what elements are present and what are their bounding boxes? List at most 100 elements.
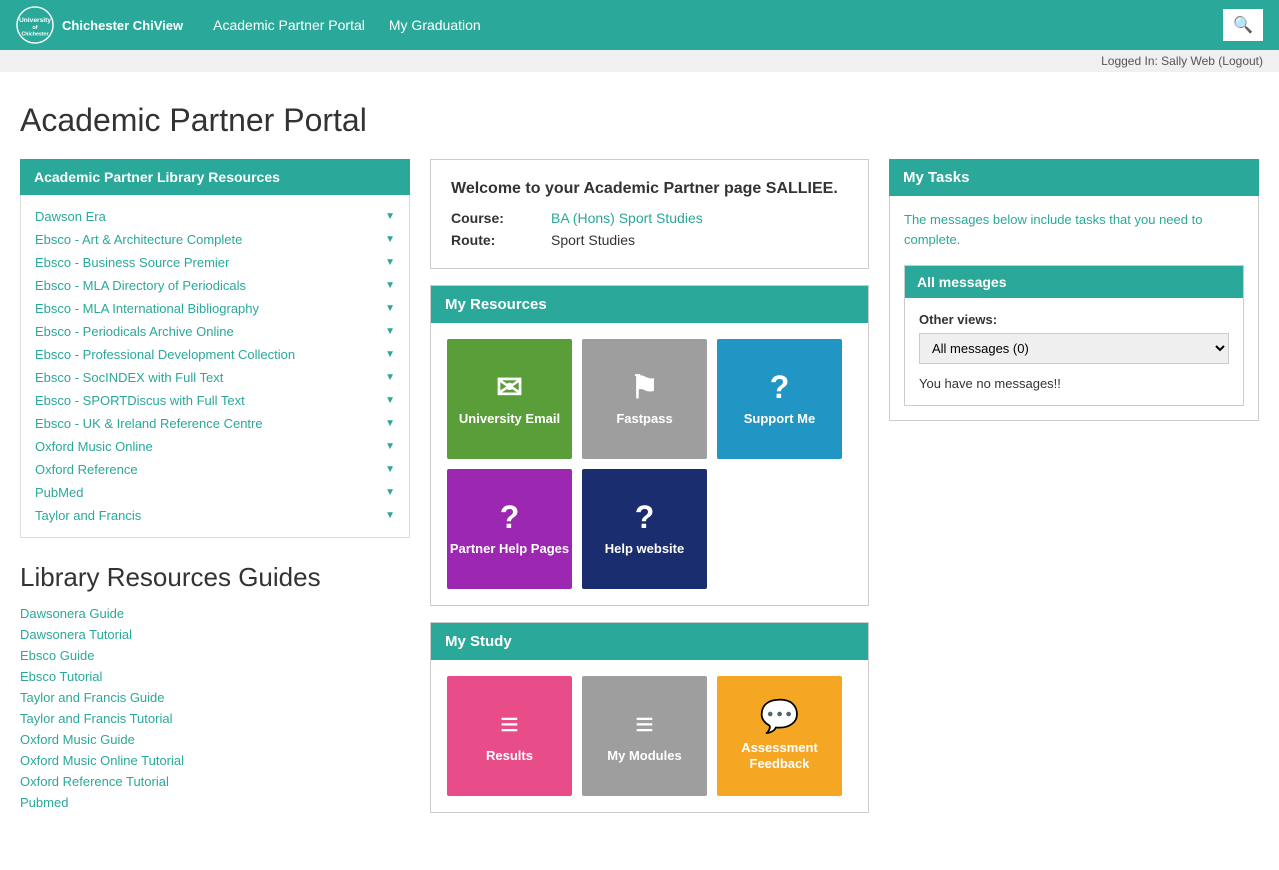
guide-link[interactable]: Ebsco Guide <box>20 645 410 666</box>
resource-item[interactable]: Oxford Reference▼ <box>21 458 409 481</box>
resource-tile[interactable]: ✉ University Email <box>447 339 572 459</box>
tile-icon: 💬 <box>760 700 800 732</box>
tile-label: University Email <box>459 411 560 427</box>
messages-select[interactable]: All messages (0) <box>919 333 1229 364</box>
resource-label: Ebsco - UK & Ireland Reference Centre <box>35 416 263 431</box>
course-value: BA (Hons) Sport Studies <box>551 210 848 226</box>
svg-text:Chichester: Chichester <box>22 31 49 37</box>
resource-item[interactable]: Ebsco - Professional Development Collect… <box>21 343 409 366</box>
route-label: Route: <box>451 232 551 248</box>
logo-icon: University of Chichester <box>16 6 54 44</box>
expand-arrow-icon: ▼ <box>385 234 395 245</box>
header: University of Chichester Chichester ChiV… <box>0 0 1279 50</box>
center-panel: Welcome to your Academic Partner page SA… <box>430 159 869 829</box>
logged-in-text: Logged In: Sally Web (Logout) <box>1101 54 1263 68</box>
resource-label: Ebsco - MLA Directory of Periodicals <box>35 278 246 293</box>
tile-label: My Modules <box>607 748 681 764</box>
expand-arrow-icon: ▼ <box>385 372 395 383</box>
right-panel: My Tasks The messages below include task… <box>889 159 1259 421</box>
resource-item[interactable]: Oxford Music Online ▼ <box>21 435 409 458</box>
resource-tile[interactable]: ? Help website <box>582 469 707 589</box>
resource-item[interactable]: PubMed▼ <box>21 481 409 504</box>
svg-text:University: University <box>19 17 51 24</box>
tile-icon: ✉ <box>496 371 523 403</box>
route-value: Sport Studies <box>551 232 848 248</box>
tile-label: Partner Help Pages <box>450 541 569 557</box>
my-resources-title: My Resources <box>431 286 868 323</box>
resource-item[interactable]: Ebsco - SocINDEX with Full Text▼ <box>21 366 409 389</box>
logo-text: Chichester ChiView <box>62 18 183 33</box>
all-messages-box: All messages Other views: All messages (… <box>904 265 1244 406</box>
resource-label: Ebsco - Art & Architecture Complete <box>35 232 242 247</box>
guide-link[interactable]: Taylor and Francis Tutorial <box>20 708 410 729</box>
resource-item[interactable]: Ebsco - Business Source Premier ▼ <box>21 251 409 274</box>
tile-label: Fastpass <box>616 411 672 427</box>
resource-item[interactable]: Ebsco - Periodicals Archive Online ▼ <box>21 320 409 343</box>
expand-arrow-icon: ▼ <box>385 303 395 314</box>
tile-label: Help website <box>605 541 684 557</box>
resource-label: Ebsco - Professional Development Collect… <box>35 347 295 362</box>
tile-icon: ? <box>770 371 790 403</box>
guide-link[interactable]: Dawsonera Guide <box>20 603 410 624</box>
tile-icon: ≡ <box>500 708 519 740</box>
main-layout: Academic Partner Library Resources Dawso… <box>0 159 1279 849</box>
search-button[interactable]: 🔍 <box>1223 9 1263 41</box>
resource-label: Taylor and Francis <box>35 508 141 523</box>
tile-icon: ≡ <box>635 708 654 740</box>
resource-label: Oxford Music Online <box>35 439 153 454</box>
resource-item[interactable]: Ebsco - MLA International Bibliography▼ <box>21 297 409 320</box>
expand-arrow-icon: ▼ <box>385 326 395 337</box>
guide-link[interactable]: Taylor and Francis Guide <box>20 687 410 708</box>
guide-link[interactable]: Pubmed <box>20 792 410 813</box>
guide-link[interactable]: Ebsco Tutorial <box>20 666 410 687</box>
tile-icon: ? <box>500 501 520 533</box>
guide-link[interactable]: Oxford Music Guide <box>20 729 410 750</box>
study-tile[interactable]: ≡ Results <box>447 676 572 796</box>
other-views-label: Other views: <box>919 312 1229 327</box>
resource-item[interactable]: Dawson Era▼ <box>21 205 409 228</box>
expand-arrow-icon: ▼ <box>385 211 395 222</box>
resource-item[interactable]: Taylor and Francis ▼ <box>21 504 409 527</box>
tile-label: Results <box>486 748 533 764</box>
tile-icon: ? <box>635 501 655 533</box>
logo: University of Chichester Chichester ChiV… <box>16 6 183 44</box>
nav-academic-partner-portal[interactable]: Academic Partner Portal <box>213 17 365 33</box>
resource-label: Oxford Reference <box>35 462 138 477</box>
page-title: Academic Partner Portal <box>0 72 1279 159</box>
guides-list: Dawsonera GuideDawsonera TutorialEbsco G… <box>20 603 410 813</box>
resource-label: Ebsco - Periodicals Archive Online <box>35 324 234 339</box>
my-study-section: My Study ≡Results≡My Modules💬Assessment … <box>430 622 869 813</box>
guide-link[interactable]: Oxford Music Online Tutorial <box>20 750 410 771</box>
resource-tile[interactable]: ⚑Fastpass <box>582 339 707 459</box>
svg-text:of: of <box>32 25 37 31</box>
study-tile[interactable]: 💬Assessment Feedback <box>717 676 842 796</box>
welcome-box: Welcome to your Academic Partner page SA… <box>430 159 869 269</box>
expand-arrow-icon: ▼ <box>385 257 395 268</box>
tasks-desc: The messages below include tasks that yo… <box>904 210 1244 249</box>
expand-arrow-icon: ▼ <box>385 510 395 521</box>
tasks-body: The messages below include tasks that yo… <box>889 196 1259 421</box>
no-messages-text: You have no messages!! <box>919 376 1229 391</box>
nav-my-graduation[interactable]: My Graduation <box>389 17 481 33</box>
resource-item[interactable]: Ebsco - MLA Directory of Periodicals ▼ <box>21 274 409 297</box>
expand-arrow-icon: ▼ <box>385 280 395 291</box>
logged-in-bar: Logged In: Sally Web (Logout) <box>0 50 1279 72</box>
guide-link[interactable]: Oxford Reference Tutorial <box>20 771 410 792</box>
left-panel: Academic Partner Library Resources Dawso… <box>20 159 410 813</box>
expand-arrow-icon: ▼ <box>385 395 395 406</box>
study-tile[interactable]: ≡ My Modules <box>582 676 707 796</box>
expand-arrow-icon: ▼ <box>385 487 395 498</box>
resource-item[interactable]: Ebsco - UK & Ireland Reference Centre▼ <box>21 412 409 435</box>
tile-label: Support Me <box>744 411 816 427</box>
welcome-grid: Course: BA (Hons) Sport Studies Route: S… <box>451 210 848 248</box>
resource-tile[interactable]: ? Partner Help Pages <box>447 469 572 589</box>
my-study-tiles: ≡ Results ≡ My Modules 💬Assessment Feedback <box>431 660 868 812</box>
resource-item[interactable]: Ebsco - SPORTDiscus with Full Text▼ <box>21 389 409 412</box>
guide-link[interactable]: Dawsonera Tutorial <box>20 624 410 645</box>
resource-item[interactable]: Ebsco - Art & Architecture Complete ▼ <box>21 228 409 251</box>
tasks-title: My Tasks <box>889 159 1259 196</box>
resource-label: Ebsco - Business Source Premier <box>35 255 229 270</box>
main-nav: Academic Partner Portal My Graduation <box>213 17 481 33</box>
expand-arrow-icon: ▼ <box>385 441 395 452</box>
resource-tile[interactable]: ? Support Me <box>717 339 842 459</box>
